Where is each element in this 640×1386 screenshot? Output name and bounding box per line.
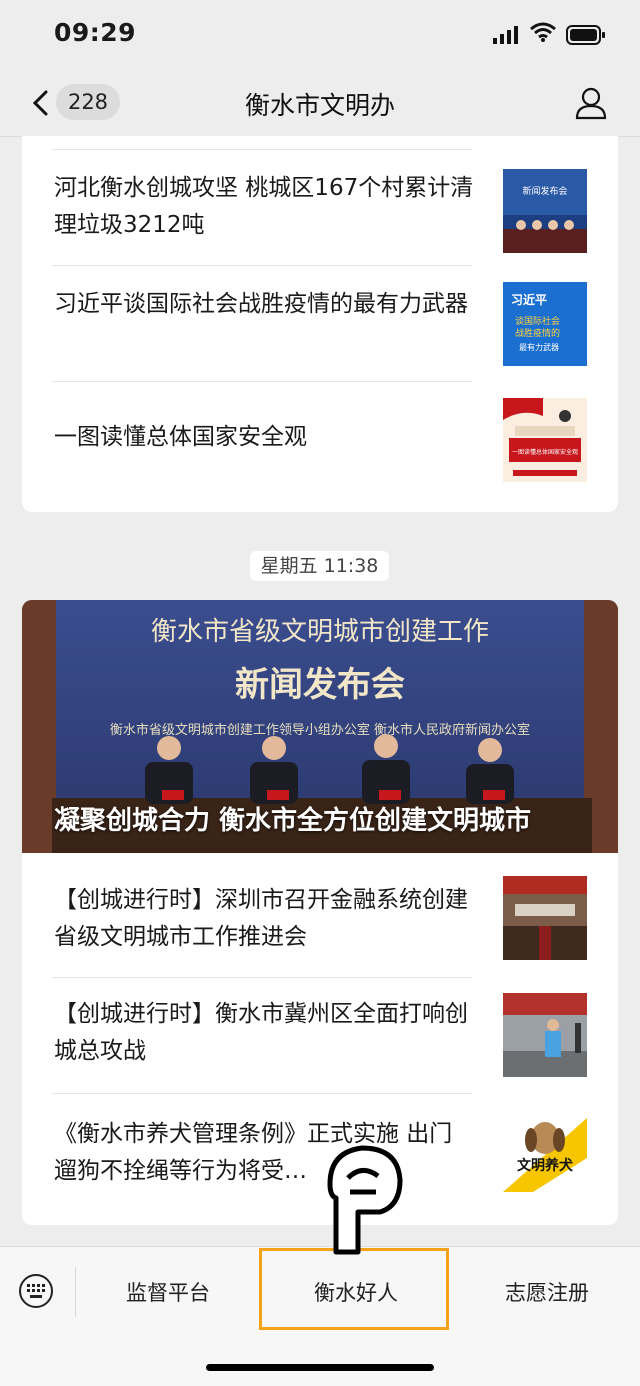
article-thumbnail — [503, 993, 587, 1077]
battery-icon — [566, 25, 605, 45]
thumb-text: 文明养犬 — [517, 1157, 574, 1174]
status-time: 09:29 — [54, 18, 137, 47]
thumb-text: 谈国际社会 — [515, 315, 560, 327]
article-thumbnail: 习近平 谈国际社会 战胜疫情的 最有力武器 — [503, 282, 587, 366]
status-bar: 09:29 — [0, 0, 640, 70]
article-title: 河北衡水创城攻坚 桃城区167个村累计清理垃圾3212吨 — [54, 175, 474, 238]
banner-line3: 衡水市省级文明城市创建工作领导小组办公室 衡水市人民政府新闻办公室 — [110, 722, 530, 738]
article-item[interactable]: 【创城进行时】衡水市冀州区全面打响创城总攻战 — [22, 992, 618, 1092]
divider — [52, 149, 472, 150]
article-title: 《衡水市养犬管理条例》正式实施 出门遛狗不拴绳等行为将受… — [54, 1121, 453, 1184]
article-item[interactable]: 一图读懂总体国家安全观 一图读懂总体国家安全观 — [22, 396, 618, 496]
menu-supervision-platform[interactable]: 监督平台 — [78, 1267, 258, 1319]
banner-line2: 新闻发布会 — [235, 665, 405, 705]
thumb-text: 最有力武器 — [519, 342, 559, 352]
article-card: 河北衡水创城攻坚 桃城区167个村累计清理垃圾3212吨 新闻发布会 习近平谈国… — [22, 136, 618, 512]
home-indicator — [206, 1364, 434, 1371]
message-timestamp: 星期五 11:38 — [250, 551, 389, 581]
article-item[interactable]: 习近平谈国际社会战胜疫情的最有力武器 习近平 谈国际社会 战胜疫情的 最有力武器 — [22, 282, 618, 380]
signal-icon — [493, 26, 518, 44]
unread-count-badge[interactable]: 228 — [56, 84, 120, 120]
wifi-icon — [530, 22, 556, 42]
thumb-text: 一图读懂总体国家安全观 — [512, 448, 578, 456]
nav-bar: 衡水市文明办 228 — [0, 70, 640, 137]
hero-article[interactable]: 衡水市省级文明城市创建工作 新闻发布会 衡水市省级文明城市创建工作领导小组办公室… — [22, 600, 618, 853]
back-chevron-icon[interactable] — [28, 88, 58, 118]
highlight-box — [259, 1248, 449, 1330]
menu-volunteer-register[interactable]: 志愿注册 — [454, 1267, 640, 1319]
profile-icon[interactable] — [574, 86, 608, 120]
article-thumbnail: 新闻发布会 — [503, 169, 587, 253]
divider — [52, 1093, 472, 1094]
thumb-text: 新闻发布会 — [522, 185, 567, 197]
banner-line1: 衡水市省级文明城市创建工作 — [151, 617, 489, 647]
article-title: 习近平谈国际社会战胜疫情的最有力武器 — [54, 291, 468, 317]
article-title: 【创城进行时】衡水市冀州区全面打响创城总攻战 — [54, 1001, 468, 1064]
divider — [52, 381, 472, 382]
article-card: 衡水市省级文明城市创建工作 新闻发布会 衡水市省级文明城市创建工作领导小组办公室… — [22, 600, 618, 1225]
article-item[interactable]: 河北衡水创城攻坚 桃城区167个村累计清理垃圾3212吨 新闻发布会 — [22, 166, 618, 264]
thumb-text: 战胜疫情的 — [515, 327, 560, 339]
article-item[interactable]: 【创城进行时】深圳市召开金融系统创建省级文明城市工作推进会 — [22, 870, 618, 976]
article-thumbnail: 文明养犬 — [503, 1108, 587, 1192]
hand-pointer-icon — [327, 1145, 403, 1255]
hero-caption: 凝聚创城合力 衡水市全方位创建文明城市 — [54, 806, 532, 836]
divider — [52, 265, 472, 266]
article-thumbnail — [503, 876, 587, 960]
divider — [52, 977, 472, 978]
article-title: 【创城进行时】深圳市召开金融系统创建省级文明城市工作推进会 — [54, 887, 468, 950]
article-title: 一图读懂总体国家安全观 — [54, 424, 307, 450]
thumb-text: 习近平 — [511, 292, 547, 307]
menu-separator — [75, 1267, 76, 1317]
keyboard-icon[interactable] — [18, 1273, 54, 1309]
article-thumbnail: 一图读懂总体国家安全观 — [503, 398, 587, 482]
